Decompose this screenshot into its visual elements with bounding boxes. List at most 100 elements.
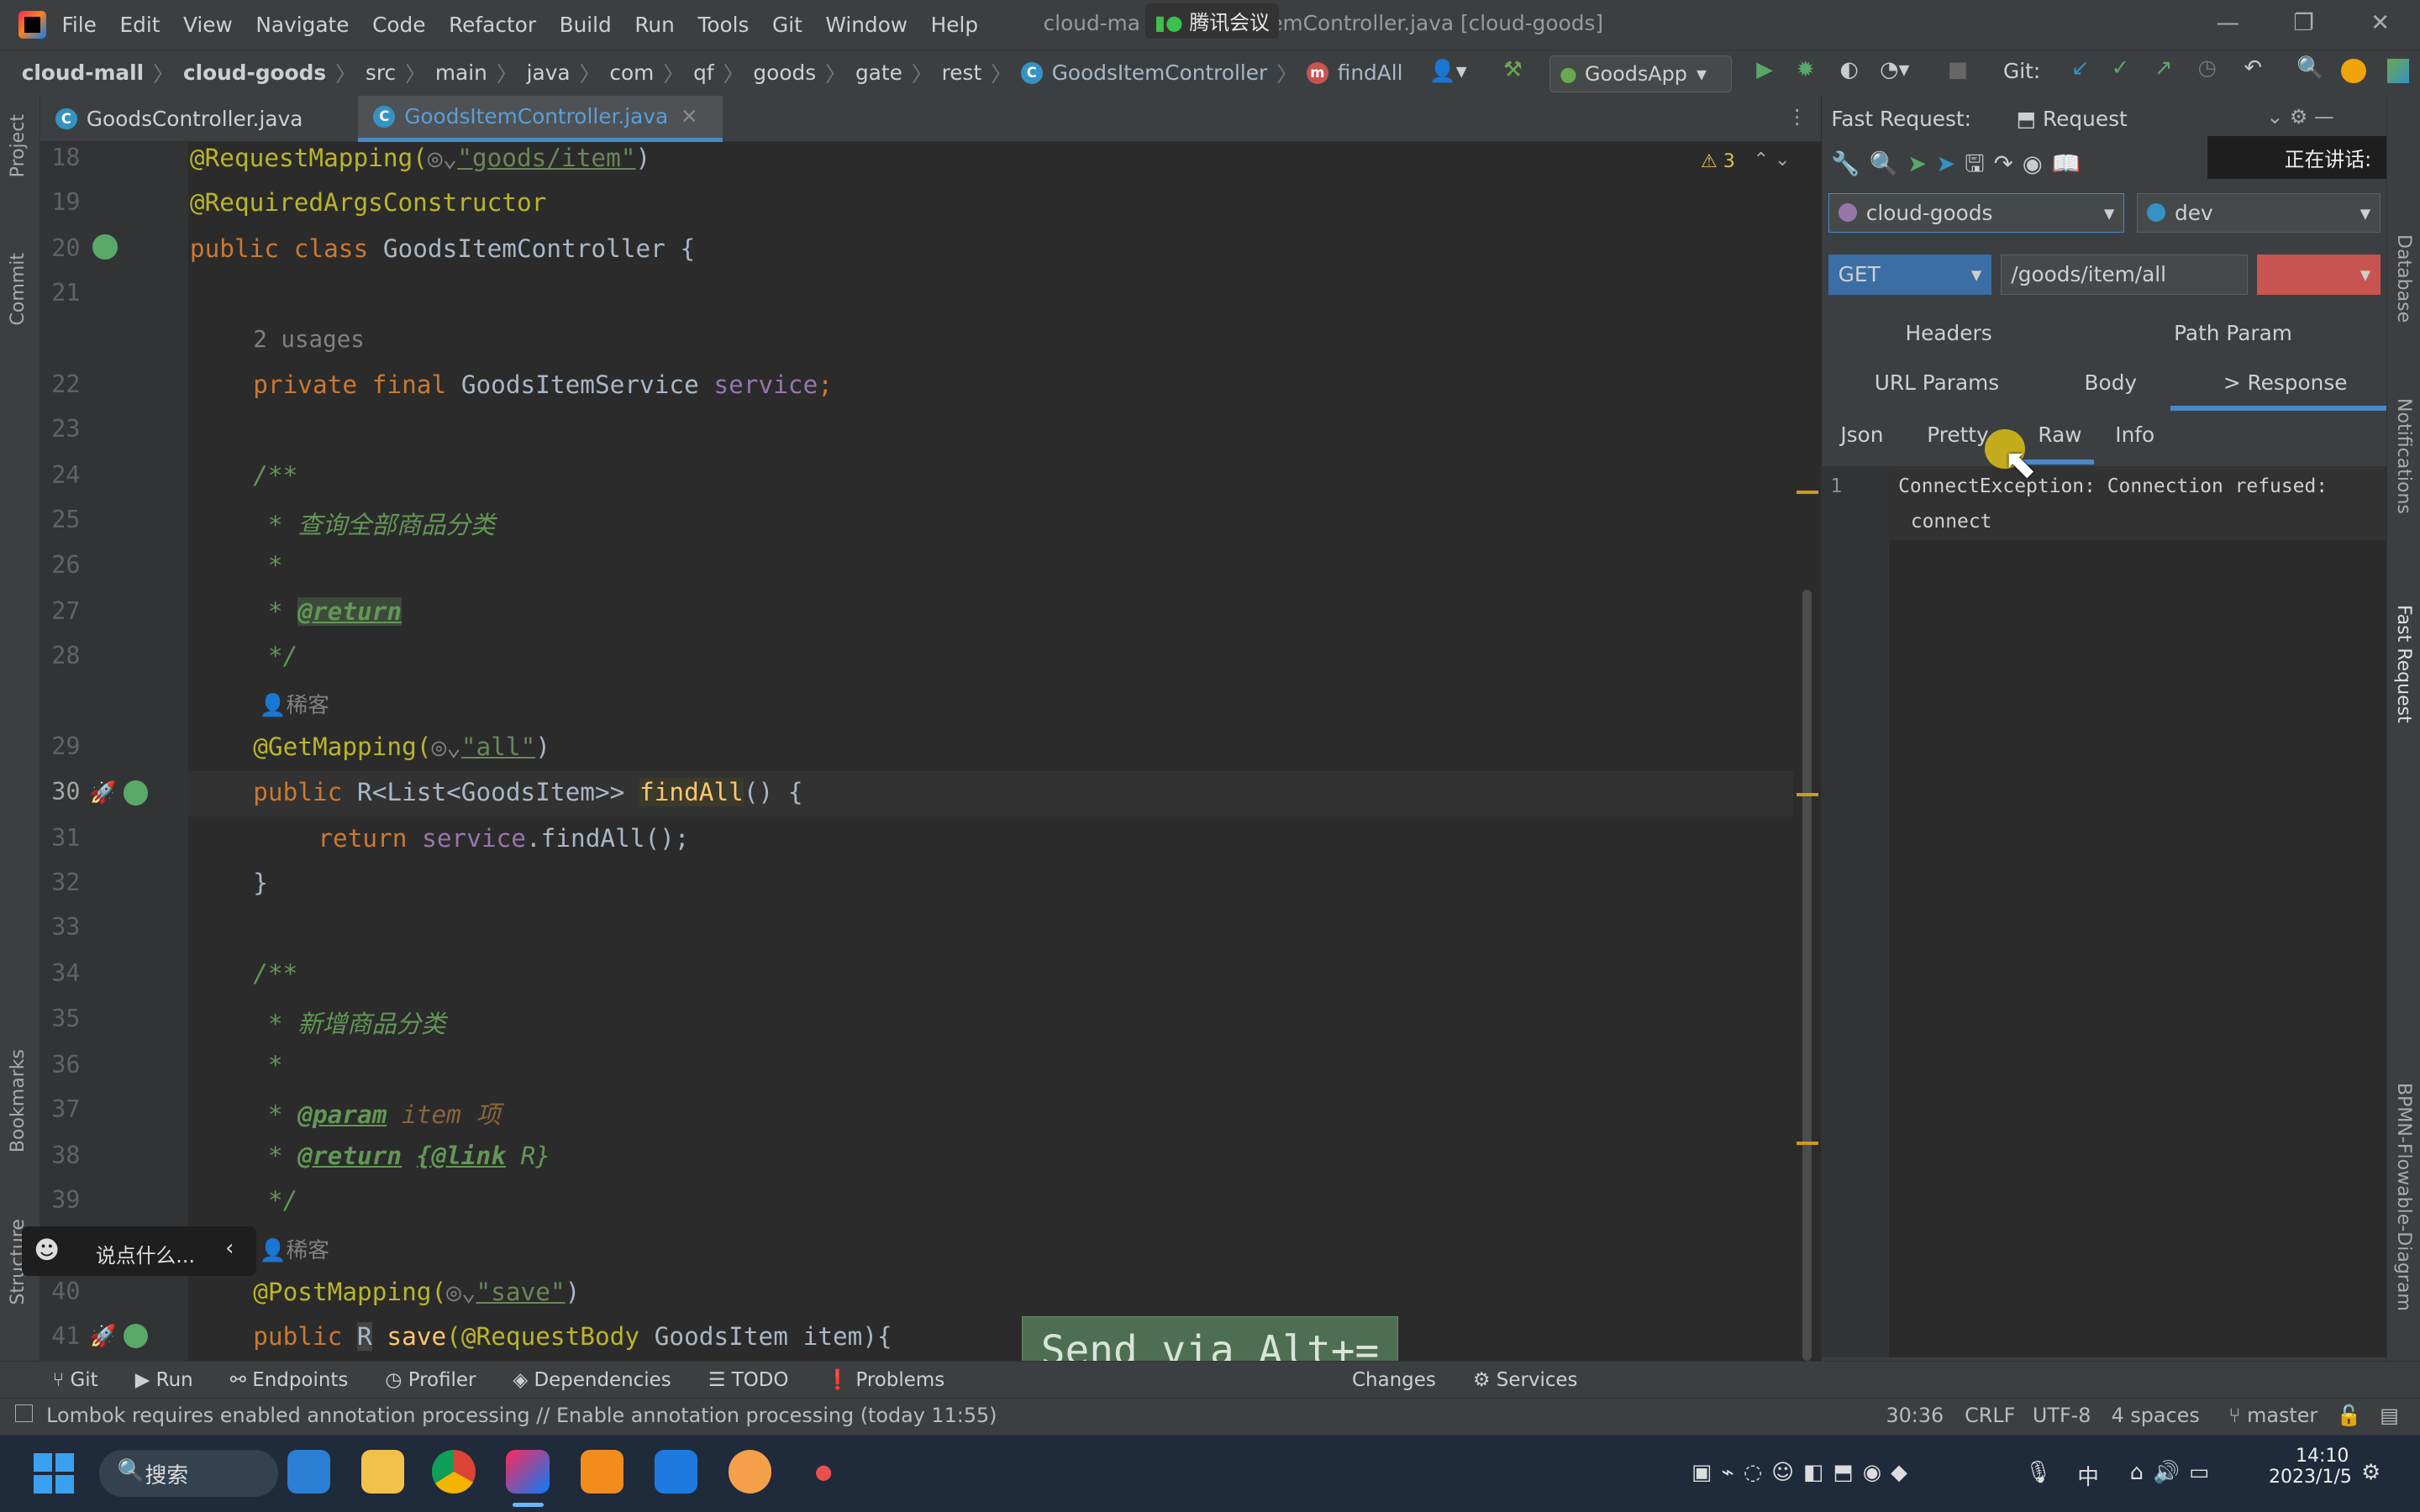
crumb-com[interactable]: com (609, 60, 654, 85)
wrench-icon[interactable]: 🔧 (1831, 150, 1869, 177)
close-tab-icon[interactable]: ✕ (681, 104, 698, 129)
more-tabs-icon[interactable]: ⋮ (1787, 105, 1807, 129)
intellij-app-icon[interactable] (506, 1450, 550, 1494)
restore-button[interactable]: ❐ (2293, 9, 2314, 36)
run-config-select[interactable]: ● GoodsApp ▾ (1549, 55, 1732, 93)
bookmarks-tool-tab[interactable]: Bookmarks (8, 1049, 29, 1152)
chat-input[interactable]: 说点什么... (96, 1239, 195, 1268)
memory-icon[interactable]: ▤ (2380, 1404, 2399, 1427)
meeting-chat-bar[interactable]: ☻ 说点什么... ‹ (21, 1226, 256, 1276)
request-tab[interactable]: ⬒ Request (2017, 107, 2128, 131)
endpoint-icon[interactable] (123, 780, 149, 806)
debug-icon[interactable]: ✹ (1797, 57, 1815, 82)
taskbar-search[interactable]: 🔍 搜索 (98, 1450, 278, 1497)
coverage-icon[interactable]: ◐ (1839, 57, 1858, 82)
plugin-icon[interactable] (2387, 58, 2410, 84)
crumb-src[interactable]: src (366, 60, 396, 85)
recorder-icon[interactable]: ● (815, 1460, 833, 1483)
todo-tool[interactable]: ☰ TODO (708, 1369, 789, 1391)
menu-tools[interactable]: Tools (697, 13, 749, 37)
ime-indicator[interactable]: 中 (2077, 1460, 2099, 1491)
scroll-thumb[interactable] (1802, 589, 1812, 1361)
user-icon[interactable]: 👤▾ (1429, 59, 1467, 84)
minimize-button[interactable]: — (2217, 9, 2240, 36)
services-tool[interactable]: ⚙ Services (1473, 1369, 1578, 1391)
network-volume-battery[interactable]: ⌂🔊▭ (2130, 1460, 2219, 1485)
crumb-project[interactable]: cloud-mall (22, 60, 144, 85)
crumb-java[interactable]: java (527, 60, 571, 85)
tab-goods-controller[interactable]: C GoodsController.java (40, 96, 355, 142)
resp-tab-raw[interactable]: Raw (2038, 423, 2081, 447)
resp-tab-info[interactable]: Info (2115, 423, 2154, 447)
emoji-icon[interactable]: ☻ (34, 1236, 60, 1264)
history-icon[interactable]: ◷ (2197, 55, 2216, 81)
tab-body[interactable]: Body (2085, 370, 2138, 395)
menu-build[interactable]: Build (560, 13, 612, 37)
notifications-tool-tab[interactable]: Notifications (2393, 398, 2414, 514)
sublime-app-icon[interactable] (580, 1450, 624, 1494)
endpoints-tool[interactable]: ⚯ Endpoints (230, 1369, 349, 1391)
git-branch[interactable]: ⑂ master (2228, 1404, 2317, 1427)
spring-bean-icon[interactable] (92, 234, 118, 260)
meeting-indicator[interactable]: ▮● 腾讯会议 (1144, 3, 1279, 39)
git-commit-icon[interactable]: ✓ (2112, 55, 2130, 81)
build-hammer-icon[interactable]: ⚒ (1503, 57, 1523, 82)
system-tray[interactable]: ▣⌁◌☺◧⬒◉◆ (1691, 1460, 1917, 1485)
warnings-indicator[interactable]: ⚠ 3 (1701, 151, 1735, 172)
menu-window[interactable]: Window (825, 13, 908, 37)
database-tool-tab[interactable]: Database (2393, 234, 2414, 323)
menu-git[interactable]: Git (772, 13, 802, 37)
run-tool[interactable]: ▶ Run (135, 1369, 193, 1391)
update-icon[interactable] (2341, 58, 2366, 84)
vscode-app-icon[interactable] (287, 1450, 331, 1494)
collapse-icon[interactable]: ‹ (225, 1236, 234, 1261)
rollback-icon[interactable]: ↶ (2244, 55, 2263, 81)
usages-hint[interactable]: 2 usages (253, 326, 365, 353)
author-hint[interactable]: 👤稀客 (260, 1233, 329, 1264)
git-tool[interactable]: ⑂ Git (52, 1369, 97, 1391)
prev-warning-icon[interactable]: ⌃ ⌄ (1753, 150, 1790, 171)
start-button[interactable] (34, 1453, 75, 1494)
git-update-icon[interactable]: ↙ (2071, 55, 2090, 81)
menu-file[interactable]: File (61, 13, 96, 37)
git-push-icon[interactable]: ↗ (2154, 55, 2173, 81)
file-explorer-icon[interactable] (360, 1450, 405, 1494)
url-input[interactable]: /goods/item/all (2001, 255, 2249, 295)
env-select[interactable]: dev ▾ (2136, 192, 2381, 234)
problems-tool[interactable]: ❗ Problems (826, 1368, 945, 1391)
menu-run[interactable]: Run (634, 13, 675, 37)
author-hint[interactable]: 👤稀客 (260, 688, 329, 719)
crumb-class[interactable]: GoodsItemController (1052, 60, 1267, 85)
crumb-module[interactable]: cloud-goods (183, 60, 326, 85)
crumb-rest[interactable]: rest (942, 60, 982, 85)
menu-navigate[interactable]: Navigate (255, 13, 349, 37)
fast-request-rocket-icon[interactable]: 🚀 (90, 1324, 117, 1349)
fast-request-rocket-icon[interactable]: 🚀 (90, 780, 117, 806)
crumb-goods[interactable]: goods (753, 60, 816, 85)
curl-icon[interactable]: ◉ (2023, 150, 2052, 177)
run-icon[interactable]: ▶ (1756, 57, 1773, 82)
status-toggle-icon[interactable] (15, 1404, 33, 1422)
profiler-tool[interactable]: ◷ Profiler (385, 1369, 476, 1391)
docs-icon[interactable]: 📖 (2052, 150, 2090, 177)
send-button[interactable]: ▾ (2257, 255, 2381, 295)
crumb-qf[interactable]: qf (693, 60, 713, 85)
send-download-icon[interactable]: ➤ (1936, 150, 1965, 177)
clock[interactable]: 14:10 2023/1/5 (2269, 1446, 2352, 1488)
changes-tool[interactable]: Changes (1352, 1369, 1436, 1391)
menu-view[interactable]: View (183, 13, 233, 37)
panel-options-icon[interactable]: ⌄ ⚙ — (2266, 105, 2333, 129)
resp-tab-pretty[interactable]: Pretty (1927, 423, 1989, 447)
crumb-gate[interactable]: gate (855, 60, 902, 85)
menu-help[interactable]: Help (931, 13, 979, 37)
project-tool-tab[interactable]: Project (8, 114, 29, 177)
bpmn-tool-tab[interactable]: BPMN-Flowable-Diagram (2393, 1083, 2414, 1311)
menu-refactor[interactable]: Refactor (449, 13, 536, 37)
line-separator[interactable]: CRLF (1965, 1404, 2015, 1427)
close-button[interactable]: ✕ (2370, 9, 2390, 36)
caret-position[interactable]: 30:36 (1886, 1404, 1944, 1427)
tab-response[interactable]: > Response (2223, 370, 2348, 395)
save-icon[interactable]: 🖫 (1965, 150, 1994, 177)
crumb-main[interactable]: main (435, 60, 487, 85)
resp-tab-json[interactable]: Json (1840, 423, 1883, 447)
